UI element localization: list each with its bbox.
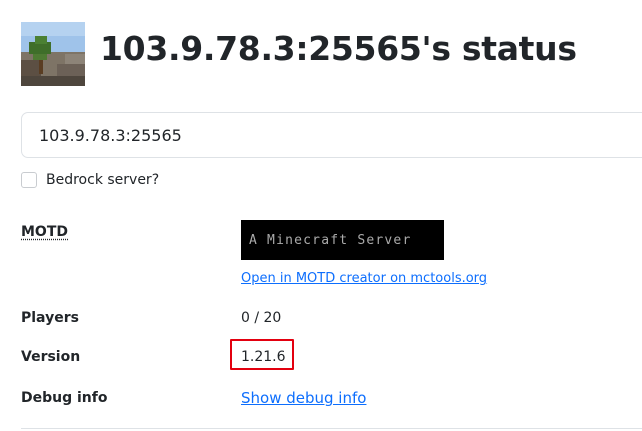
version-highlight-box [230, 339, 294, 370]
show-debug-info-link[interactable]: Show debug info [241, 389, 366, 407]
bedrock-option[interactable]: Bedrock server? [21, 171, 159, 189]
status-page: 103.9.78.3:25565's status Bedrock server… [0, 0, 642, 431]
motd-creator-link[interactable]: Open in MOTD creator on mctools.org [241, 271, 487, 286]
motd-text: A Minecraft Server [249, 232, 412, 248]
server-icon [21, 22, 85, 86]
bedrock-checkbox[interactable] [21, 172, 37, 188]
players-value: 0 / 20 [241, 310, 282, 326]
bedrock-label[interactable]: Bedrock server? [46, 172, 159, 188]
page-title: 103.9.78.3:25565's status [100, 29, 577, 68]
motd-label: MOTD [21, 224, 69, 240]
version-label: Version [21, 349, 81, 365]
players-label: Players [21, 310, 79, 326]
server-address-input[interactable] [21, 112, 642, 158]
debug-label: Debug info [21, 390, 108, 406]
divider [21, 428, 642, 429]
motd-preview: A Minecraft Server [241, 220, 444, 260]
